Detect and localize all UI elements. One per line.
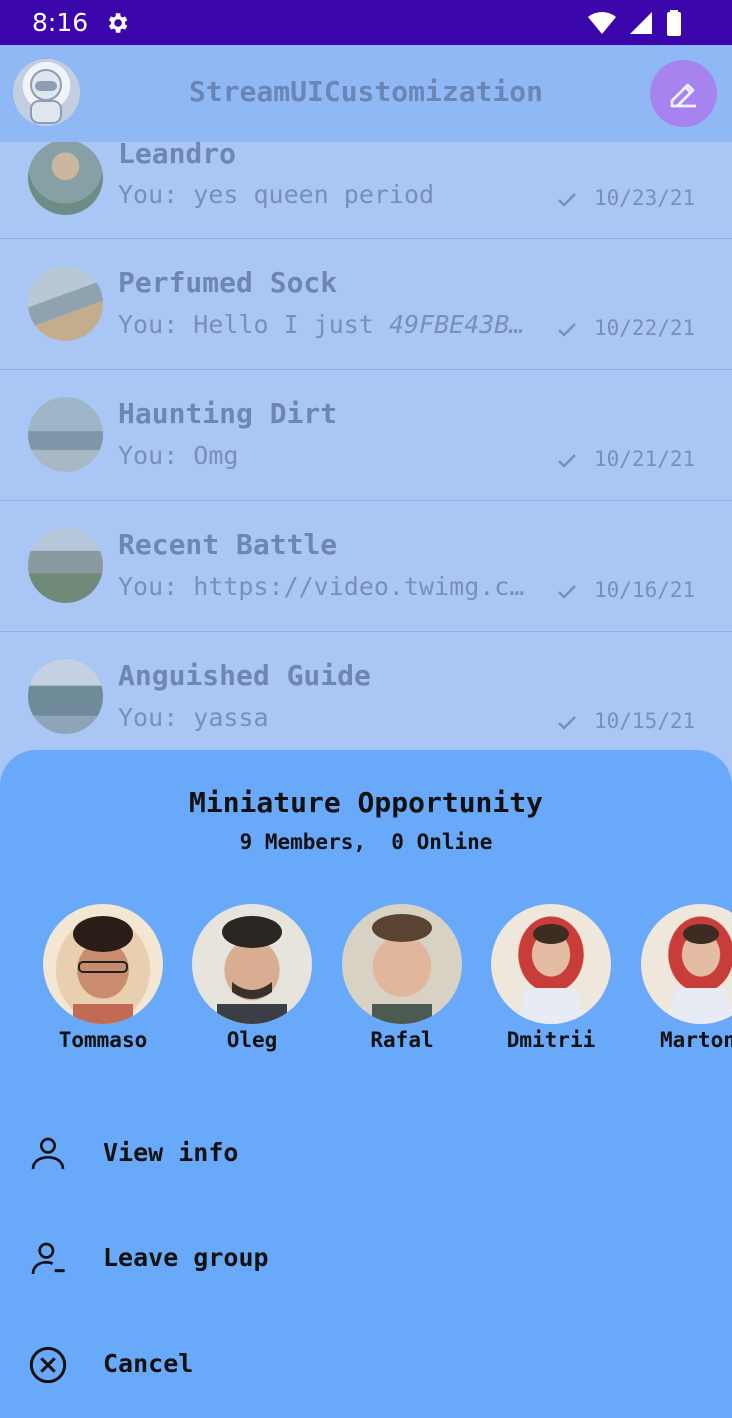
channel-last-message: You: Hello I just 49FBE43B… — [118, 310, 525, 339]
channel-row[interactable]: Anguished Guide You: yassa 10/15/21 — [0, 631, 732, 762]
check-icon — [558, 323, 576, 337]
member-item[interactable]: Dmitrii — [491, 904, 611, 1052]
gear-icon — [108, 13, 128, 33]
person-icon — [31, 1137, 65, 1170]
channel-date: 10/16/21 — [594, 578, 696, 602]
leave-group-button[interactable]: Leave group — [0, 1219, 732, 1299]
channel-date: 10/23/21 — [594, 186, 696, 210]
channel-name: Haunting Dirt — [118, 397, 338, 430]
channel-name: Leandro — [118, 142, 237, 170]
member-item[interactable]: Marton — [641, 904, 732, 1052]
channel-avatar — [28, 266, 103, 341]
channel-name: Anguished Guide — [118, 659, 371, 692]
channel-date: 10/21/21 — [594, 447, 696, 471]
battery-icon — [667, 10, 681, 36]
member-avatar — [491, 904, 611, 1024]
sheet-subtitle: 9 Members, 0 Online — [239, 830, 493, 854]
status-time: 8:16 — [32, 8, 89, 37]
member-item[interactable]: Oleg — [192, 904, 312, 1052]
member-name: Dmitrii — [506, 1028, 596, 1052]
app-bar: StreamUICustomization — [0, 45, 732, 142]
channel-last-message: You: Omg — [118, 441, 239, 470]
member-avatar — [342, 904, 462, 1024]
member-item[interactable]: Rafal — [342, 904, 462, 1052]
cancel-label: Cancel — [103, 1349, 194, 1378]
channel-avatar — [28, 142, 103, 215]
leave-group-label: Leave group — [103, 1243, 269, 1272]
member-name: Marton — [660, 1028, 732, 1052]
channel-avatar — [28, 528, 103, 603]
channel-avatar — [28, 397, 103, 472]
channel-last-message: You: yassa — [118, 703, 269, 732]
channel-last-message: You: yes queen period — [118, 180, 435, 209]
channel-avatar — [28, 659, 103, 734]
member-avatar — [43, 904, 163, 1024]
status-indicators — [587, 10, 684, 36]
app-title: StreamUICustomization — [188, 75, 543, 108]
view-info-label: View info — [103, 1138, 239, 1167]
compose-button[interactable] — [650, 60, 717, 127]
pencil-icon — [670, 83, 696, 107]
channel-name: Perfumed Sock — [118, 266, 338, 299]
channel-row[interactable]: Recent Battle You: https://video.twimg.c… — [0, 500, 732, 632]
member-item[interactable]: Tommaso — [43, 904, 163, 1052]
check-icon — [558, 454, 576, 468]
member-name: Rafal — [370, 1028, 434, 1052]
channel-name: Recent Battle — [118, 528, 338, 561]
check-icon — [558, 193, 576, 207]
member-avatar — [641, 904, 732, 1024]
channel-date: 10/22/21 — [594, 316, 696, 340]
check-icon — [558, 585, 576, 599]
sheet-title: Miniature Opportunity — [188, 786, 543, 819]
signal-icon — [630, 12, 653, 34]
channel-row[interactable]: Haunting Dirt You: Omg 10/21/21 — [0, 369, 732, 501]
channel-date: 10/15/21 — [594, 709, 696, 733]
channel-row[interactable]: Leandro You: yes queen period 10/23/21 — [0, 142, 732, 239]
view-info-button[interactable]: View info — [0, 1114, 732, 1194]
person-remove-icon — [31, 1242, 65, 1275]
member-avatar — [192, 904, 312, 1024]
member-name: Tommaso — [58, 1028, 148, 1052]
cancel-circle-icon — [29, 1346, 67, 1384]
channel-row[interactable]: Perfumed Sock You: Hello I just 49FBE43B… — [0, 238, 732, 370]
channel-list[interactable]: Leandro You: yes queen period 10/23/21 P… — [0, 142, 732, 762]
wifi-icon — [587, 11, 616, 34]
channel-actions-sheet: Miniature Opportunity 9 Members, 0 Onlin… — [0, 750, 732, 1418]
check-icon — [558, 716, 576, 730]
channel-last-message: You: https://video.twimg.c… — [118, 572, 525, 601]
member-name: Oleg — [226, 1028, 278, 1052]
cancel-button[interactable]: Cancel — [0, 1325, 732, 1405]
status-bar: 8:16 — [0, 0, 732, 45]
